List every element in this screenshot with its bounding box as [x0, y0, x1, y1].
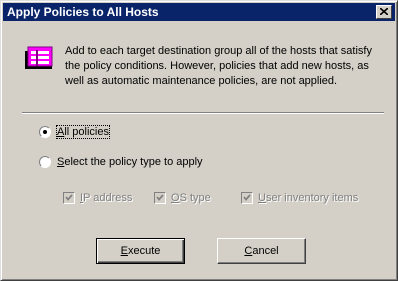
ip-address-label: IP address — [80, 192, 133, 204]
checkbox[interactable] — [63, 192, 75, 204]
description-text: Add to each target destination group all… — [65, 45, 372, 87]
os-type-label: OS type — [171, 192, 211, 204]
execute-button[interactable]: Execute — [96, 238, 185, 264]
close-button[interactable] — [376, 5, 392, 19]
cancel-button[interactable]: Cancel — [217, 238, 306, 264]
dialog-window: Apply Policies to All Hosts Add to each … — [0, 0, 398, 281]
policy-icon — [25, 46, 53, 69]
radio-button[interactable] — [39, 156, 51, 168]
checkbox[interactable] — [154, 192, 166, 204]
window-title: Apply Policies to All Hosts — [7, 5, 159, 19]
all-policies-label[interactable]: All policies — [56, 125, 110, 139]
checkmark-icon — [243, 194, 251, 201]
checkmark-icon — [156, 194, 164, 201]
separator — [22, 112, 384, 114]
user-inventory-label: User inventory items — [258, 192, 359, 204]
checkmark-icon — [65, 194, 73, 201]
radio-button[interactable] — [39, 126, 51, 138]
close-icon — [380, 8, 388, 15]
title-bar[interactable]: Apply Policies to All Hosts — [3, 3, 395, 21]
checkbox[interactable] — [241, 192, 253, 204]
radio-selected-dot — [43, 130, 47, 134]
select-policy-type-label[interactable]: Select the policy type to apply — [57, 156, 203, 168]
